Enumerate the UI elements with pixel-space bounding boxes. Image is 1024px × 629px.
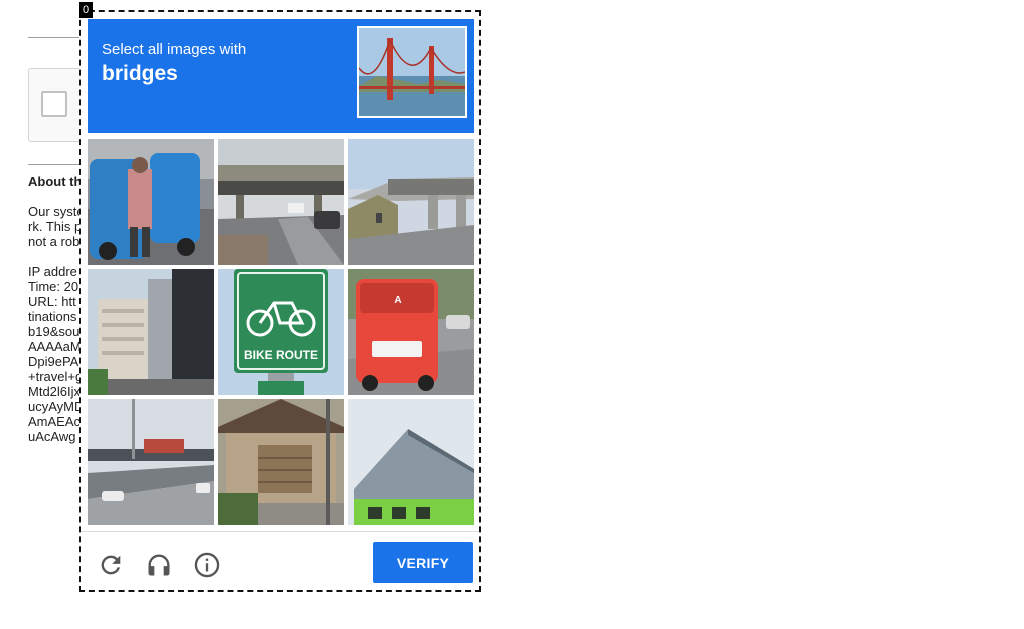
image-tile[interactable] <box>88 269 214 395</box>
details-line: AmAEAc <box>28 414 81 429</box>
details-line: Time: 20 <box>28 279 79 294</box>
sample-image-golden-gate-bridge <box>357 26 467 118</box>
details-line: IP addre <box>28 264 77 279</box>
image-tile[interactable] <box>218 139 344 265</box>
about-line: rk. This p <box>28 219 82 234</box>
challenge-keyword: bridges <box>102 62 178 85</box>
image-tile[interactable] <box>348 139 474 265</box>
about-heading: About th <box>28 174 82 189</box>
image-tile[interactable] <box>88 399 214 525</box>
verify-button[interactable]: VERIFY <box>373 542 473 583</box>
details-line: +travel+g <box>28 369 83 384</box>
details-line: Dpi9ePA <box>28 354 79 369</box>
image-tile[interactable]: A <box>348 269 474 395</box>
challenge-header: Select all images with bridges <box>88 19 474 133</box>
footer-divider <box>81 531 479 532</box>
details-line: Mtd2l6Ijx <box>28 384 81 399</box>
details-line: uAcAwg <box>28 429 76 444</box>
info-icon[interactable] <box>193 551 221 579</box>
recaptcha-challenge: 0 Select all images with bridges BIKE RO… <box>79 2 481 592</box>
details-line: AAAAaM <box>28 339 81 354</box>
image-tile-grid: BIKE ROUTE A <box>88 139 474 525</box>
element-index-tag: 0 <box>79 2 94 18</box>
about-line: not a robo <box>28 234 87 249</box>
recaptcha-checkbox[interactable] <box>41 91 67 117</box>
image-tile[interactable] <box>218 399 344 525</box>
challenge-prompt: Select all images with <box>102 41 247 58</box>
svg-text:A: A <box>394 295 401 306</box>
details-line: b19&sou <box>28 324 80 339</box>
details-line: tinations <box>28 309 77 324</box>
headphones-icon[interactable] <box>145 551 173 579</box>
details-line: URL: htt <box>28 294 76 309</box>
image-tile[interactable]: BIKE ROUTE <box>218 269 344 395</box>
about-line: Our syste <box>28 204 84 219</box>
image-tile[interactable] <box>88 139 214 265</box>
svg-text:BIKE ROUTE: BIKE ROUTE <box>244 348 318 362</box>
image-tile[interactable] <box>348 399 474 525</box>
reload-icon[interactable] <box>97 551 125 579</box>
details-line: ucyAyMD <box>28 399 84 414</box>
